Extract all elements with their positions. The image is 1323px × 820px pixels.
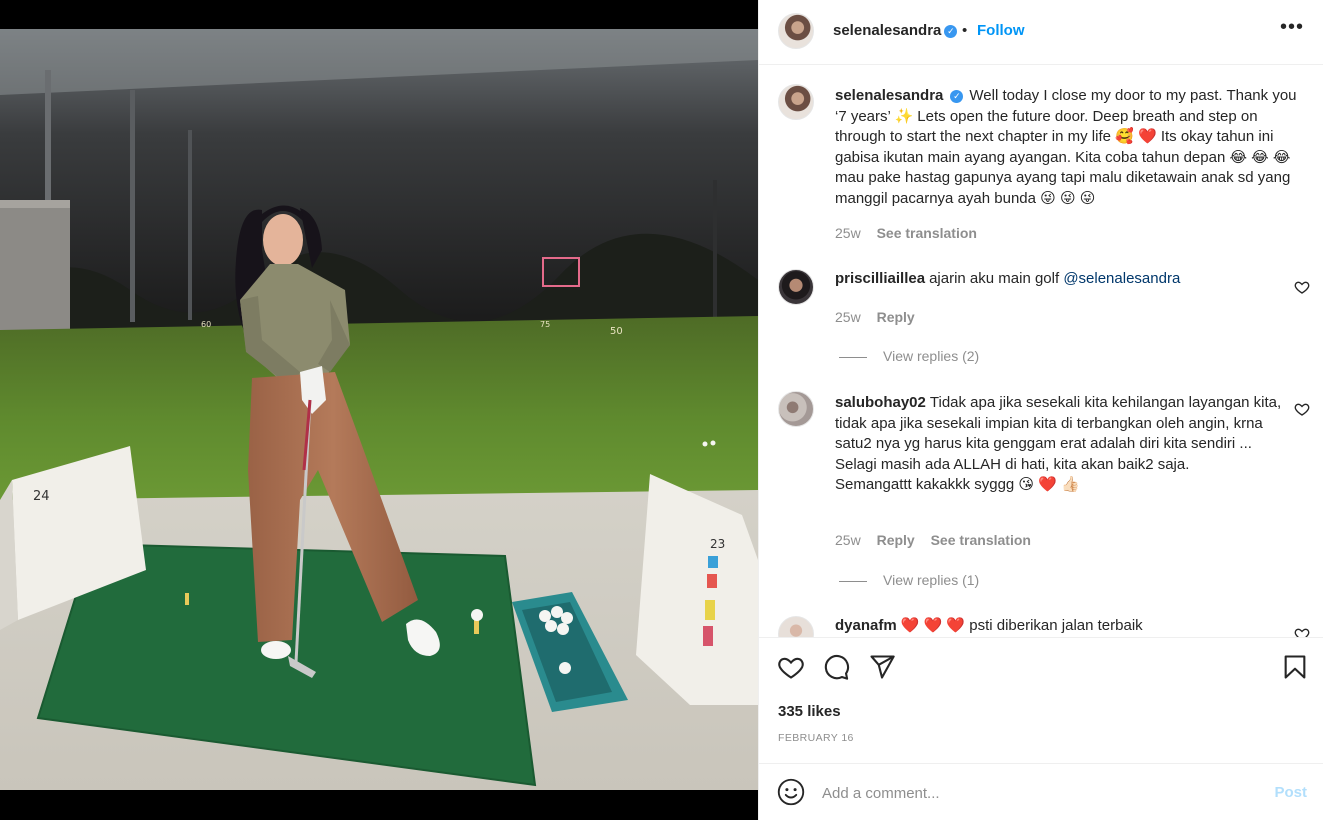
- author-name[interactable]: selenalesandra ✓: [833, 22, 958, 40]
- view-replies-label: View replies (1): [883, 572, 980, 588]
- commenter-username[interactable]: dyanafm: [835, 617, 897, 634]
- commenter-username[interactable]: salubohay02: [835, 394, 926, 411]
- post-header: selenalesandra ✓ • Follow •••: [759, 0, 1323, 65]
- comment-mention-link[interactable]: @selenalesandra: [1063, 270, 1180, 287]
- comment-text-block: dyanafm ❤️ ❤️ ❤️ psti diberikan jalan ter…: [835, 616, 1297, 637]
- comment-text-line2: Selagi masih ada ALLAH di hati, kita aka…: [835, 455, 1190, 473]
- bay-number-right: 23: [710, 537, 725, 551]
- add-comment-bar: Post: [759, 765, 1323, 820]
- author-avatar[interactable]: [778, 13, 814, 49]
- view-replies-label: View replies (2): [883, 348, 980, 364]
- share-send-icon[interactable]: [868, 653, 896, 681]
- verified-badge-icon: ✓: [944, 25, 958, 38]
- caption-username[interactable]: selenalesandra: [835, 87, 943, 104]
- bay-number-left: 24: [33, 489, 50, 504]
- comment-meta: 25w Reply See translation: [835, 532, 1043, 548]
- comment-time: 25w: [835, 309, 861, 325]
- post-photo[interactable]: 60 75 50 24 23: [0, 0, 758, 820]
- range-marker-50: 50: [610, 326, 623, 337]
- follow-button[interactable]: Follow: [977, 22, 1025, 39]
- separator-dot: •: [962, 22, 968, 39]
- caption-meta: 25w See translation: [835, 225, 989, 241]
- emoji-smiley-icon[interactable]: [777, 778, 805, 806]
- comment-text-block: priscilliaillea ajarin aku main golf @sel…: [835, 269, 1297, 290]
- view-replies-button[interactable]: View replies (2): [839, 348, 979, 364]
- like-heart-icon[interactable]: [777, 653, 805, 681]
- comment-bubble-icon[interactable]: [822, 653, 850, 681]
- golf-range-photo: 60 75 50 24 23: [0, 0, 758, 820]
- commenter-avatar[interactable]: [778, 616, 814, 637]
- verified-badge-icon: ✓: [950, 90, 964, 103]
- post-date[interactable]: FEBRUARY 16: [778, 732, 854, 744]
- reply-button[interactable]: Reply: [877, 309, 915, 325]
- view-replies-button[interactable]: View replies (1): [839, 572, 979, 588]
- post-panel: selenalesandra ✓ • Follow ••• selenalesan…: [758, 0, 1323, 820]
- comment-meta: 25w Reply: [835, 309, 927, 325]
- see-translation-button[interactable]: See translation: [877, 225, 977, 241]
- action-bar: 335 likes FEBRUARY 16: [759, 639, 1323, 764]
- comment-text: ❤️ ❤️ ❤️ psti diberikan jalan terbaik: [900, 617, 1143, 634]
- likes-count[interactable]: 335 likes: [778, 703, 841, 720]
- comment-text: ajarin aku main golf: [929, 270, 1064, 287]
- comment-text-block: salubohay02 Tidak apa jika sesekali kita …: [835, 393, 1297, 496]
- like-comment-heart-icon[interactable]: [1294, 401, 1310, 417]
- more-options-icon[interactable]: •••: [1280, 16, 1304, 39]
- reply-button[interactable]: Reply: [877, 532, 915, 548]
- replies-divider-line: [839, 356, 867, 358]
- like-comment-heart-icon[interactable]: [1294, 279, 1310, 295]
- commenter-avatar[interactable]: [778, 269, 814, 305]
- see-translation-button[interactable]: See translation: [931, 532, 1031, 548]
- comments-list[interactable]: selenalesandra ✓ Well today I close my doo…: [759, 66, 1323, 638]
- caption-text: Well today I close my door to my past. T…: [835, 87, 1297, 207]
- comment-time: 25w: [835, 532, 861, 548]
- like-comment-heart-icon[interactable]: [1294, 626, 1310, 638]
- comment-input[interactable]: [822, 781, 1252, 805]
- save-bookmark-icon[interactable]: [1281, 653, 1309, 681]
- author-username[interactable]: selenalesandra: [833, 22, 941, 39]
- commenter-avatar[interactable]: [778, 391, 814, 427]
- range-marker-75: 75: [540, 320, 550, 329]
- post-comment-button[interactable]: Post: [1274, 784, 1307, 801]
- caption-text-block: selenalesandra ✓ Well today I close my doo…: [835, 86, 1297, 209]
- caption-avatar[interactable]: [778, 84, 814, 120]
- caption-time: 25w: [835, 225, 861, 241]
- range-marker-60: 60: [201, 320, 211, 329]
- replies-divider-line: [839, 580, 867, 582]
- commenter-username[interactable]: priscilliaillea: [835, 270, 925, 287]
- comment-text-line3: Semangattt kakakkk syggg 😘 ❤️ 👍🏻: [835, 476, 1080, 493]
